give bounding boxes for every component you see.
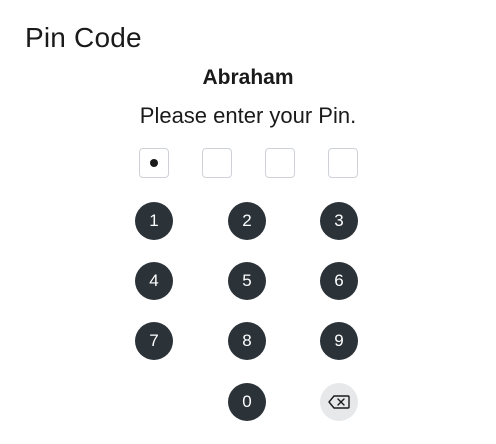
key-1[interactable]: 1 [135, 202, 173, 240]
key-7[interactable]: 7 [135, 322, 173, 360]
key-2[interactable]: 2 [228, 202, 266, 240]
pin-prompt: Please enter your Pin. [139, 103, 357, 128]
delete-button[interactable] [320, 383, 358, 421]
pin-box-4 [328, 148, 358, 178]
key-9[interactable]: 9 [320, 322, 358, 360]
key-6[interactable]: 6 [320, 262, 358, 300]
key-5[interactable]: 5 [228, 262, 266, 300]
pin-box-2 [202, 148, 232, 178]
key-0[interactable]: 0 [228, 383, 266, 421]
pin-box-1 [139, 148, 169, 178]
key-8[interactable]: 8 [228, 322, 266, 360]
key-3[interactable]: 3 [320, 202, 358, 240]
key-4[interactable]: 4 [135, 262, 173, 300]
pin-dot [150, 159, 158, 167]
user-name: Abraham [202, 66, 294, 89]
backspace-icon [328, 395, 350, 409]
pin-box-3 [265, 148, 295, 178]
page-title: Pin Code [25, 22, 142, 53]
